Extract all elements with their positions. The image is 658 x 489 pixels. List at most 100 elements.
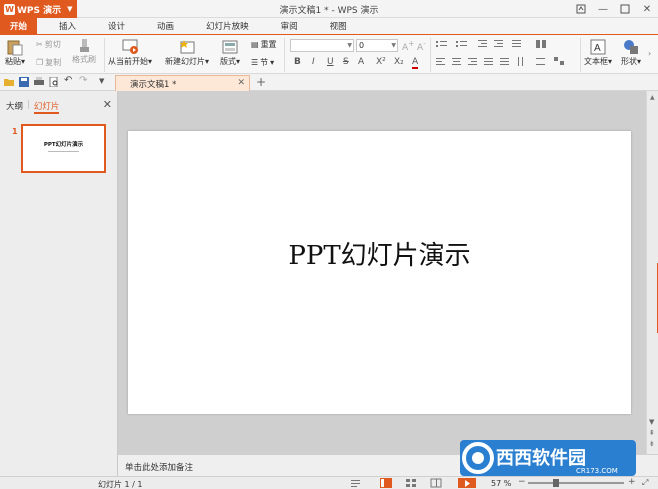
- tab-design[interactable]: 设计: [98, 18, 135, 34]
- strikethrough-button[interactable]: S: [343, 57, 349, 67]
- app-menu-button[interactable]: W WPS 演示 ▼: [0, 0, 77, 18]
- zoom-out-icon[interactable]: −: [518, 477, 526, 487]
- text-direction-icon[interactable]: [518, 57, 523, 66]
- chevron-down-icon: ▼: [391, 42, 396, 49]
- copy-label: 复制: [45, 58, 62, 67]
- layout-icon: [222, 40, 238, 54]
- tab-review[interactable]: 审阅: [271, 18, 308, 34]
- tab-insert[interactable]: 插入: [49, 18, 86, 34]
- shape-button[interactable]: 形状▾: [621, 38, 641, 67]
- layout-button[interactable]: 版式▾: [220, 38, 240, 67]
- superscript-button[interactable]: X²: [376, 57, 386, 67]
- vertical-scrollbar[interactable]: ▲ ▼ ⇞ ⇟: [646, 91, 658, 454]
- reset-button[interactable]: ▤ 重置: [251, 39, 277, 50]
- cut-label: 剪切: [44, 40, 61, 49]
- tab-slideshow[interactable]: 幻灯片放映: [196, 18, 259, 34]
- bullet-list-icon[interactable]: [436, 41, 447, 47]
- section-button[interactable]: ☰ 节 ▾: [251, 57, 274, 68]
- next-slide-icon[interactable]: ⇟: [649, 440, 655, 448]
- shrink-font-button[interactable]: A-: [417, 39, 426, 53]
- copy-button[interactable]: ❐ 复制: [36, 57, 61, 68]
- italic-button[interactable]: I: [312, 57, 315, 67]
- tab-slides[interactable]: 幻灯片: [33, 100, 60, 114]
- save-icon[interactable]: [19, 77, 29, 87]
- slide-thumbnail[interactable]: PPT幻灯片演示: [21, 124, 106, 173]
- print-icon[interactable]: [34, 77, 44, 87]
- shadow-button[interactable]: A: [358, 57, 364, 67]
- minimize-button[interactable]: —: [592, 0, 614, 18]
- format-painter-button[interactable]: 格式刷: [72, 38, 96, 65]
- ribbon-more-button[interactable]: ›: [648, 49, 651, 58]
- fit-window-icon[interactable]: ⤢: [642, 478, 648, 488]
- open-folder-icon[interactable]: [4, 77, 14, 87]
- close-button[interactable]: ✕: [636, 0, 658, 18]
- textbox-button[interactable]: A 文本框▾: [584, 38, 612, 67]
- document-tab[interactable]: 演示文稿1 * ✕: [115, 75, 250, 91]
- print-preview-icon[interactable]: [49, 77, 59, 87]
- paste-button[interactable]: 粘贴▾: [5, 38, 25, 67]
- columns-icon[interactable]: [536, 40, 546, 48]
- font-size-combo[interactable]: 0 ▼: [356, 39, 398, 52]
- subscript-button[interactable]: X₂: [394, 57, 404, 67]
- font-name-combo[interactable]: ▼: [290, 39, 354, 52]
- restore-panel-button[interactable]: [570, 0, 592, 18]
- tab-outline[interactable]: 大纲: [6, 100, 23, 114]
- watermark-url: CR173.COM: [576, 467, 618, 475]
- separator: [580, 38, 581, 72]
- slide-editor: PPT幻灯片演示: [118, 91, 646, 454]
- tab-animation[interactable]: 动画: [147, 18, 184, 34]
- font-color-button[interactable]: A: [412, 57, 419, 69]
- minimize-icon: —: [598, 3, 608, 15]
- align-text-icon[interactable]: [536, 58, 545, 65]
- slide-thumbnail-subtitle: [48, 151, 79, 152]
- maximize-button[interactable]: [614, 0, 636, 18]
- underline-button[interactable]: U: [327, 57, 334, 67]
- notes-view-icon[interactable]: [350, 478, 362, 488]
- align-center-icon[interactable]: [452, 58, 461, 65]
- smartart-icon[interactable]: [554, 57, 564, 65]
- panel-tabs: 大纲 | 幻灯片: [6, 100, 60, 114]
- new-slide-button[interactable]: 新建幻灯片▾: [165, 38, 209, 67]
- window-controls: — ✕: [570, 0, 658, 18]
- tab-home[interactable]: 开始: [0, 18, 38, 34]
- separator: [284, 38, 285, 72]
- align-left-icon[interactable]: [436, 58, 445, 65]
- separator: [104, 38, 105, 72]
- increase-indent-icon[interactable]: [494, 40, 503, 47]
- close-icon[interactable]: ✕: [103, 98, 112, 111]
- line-spacing-icon[interactable]: [512, 40, 521, 47]
- numbered-list-icon[interactable]: [456, 41, 467, 47]
- grow-font-button[interactable]: A+: [402, 39, 414, 53]
- add-tab-button[interactable]: +: [256, 75, 266, 89]
- shape-label: 形状: [621, 57, 637, 66]
- slide-sorter-icon[interactable]: [405, 478, 417, 488]
- quick-access-bar: ↶ ↷ ▼ 演示文稿1 * ✕ +: [0, 74, 658, 91]
- chevron-down-icon[interactable]: ▼: [99, 77, 104, 85]
- distribute-icon[interactable]: [500, 58, 509, 65]
- paragraph-tools: [436, 40, 564, 66]
- close-icon[interactable]: ✕: [237, 78, 245, 88]
- font-size-value: 0: [359, 41, 365, 50]
- bold-button[interactable]: B: [294, 57, 301, 67]
- slideshow-play-icon[interactable]: [458, 478, 476, 488]
- reading-view-icon[interactable]: [430, 478, 442, 488]
- scroll-down-icon[interactable]: ▼: [649, 418, 654, 426]
- zoom-in-icon[interactable]: +: [628, 477, 636, 487]
- cut-button[interactable]: ✂ 剪切: [36, 39, 61, 50]
- zoom-slider-thumb[interactable]: [553, 479, 559, 487]
- align-right-icon[interactable]: [468, 58, 477, 65]
- redo-icon[interactable]: ↷: [79, 75, 87, 86]
- decrease-indent-icon[interactable]: [478, 40, 487, 47]
- slide-title[interactable]: PPT幻灯片演示: [128, 235, 631, 272]
- play-from-current-button[interactable]: 从当前开始▾: [108, 38, 152, 67]
- zoom-slider[interactable]: [528, 482, 624, 484]
- scroll-up-icon[interactable]: ▲: [650, 94, 655, 101]
- justify-icon[interactable]: [484, 58, 493, 65]
- notes-placeholder: 单击此处添加备注: [125, 463, 194, 473]
- play-slide-icon: [122, 39, 138, 54]
- tab-view[interactable]: 视图: [320, 18, 357, 34]
- previous-slide-icon[interactable]: ⇞: [649, 429, 655, 437]
- undo-icon[interactable]: ↶: [64, 75, 72, 86]
- slide-canvas[interactable]: PPT幻灯片演示: [128, 131, 631, 414]
- normal-view-icon[interactable]: [380, 478, 392, 488]
